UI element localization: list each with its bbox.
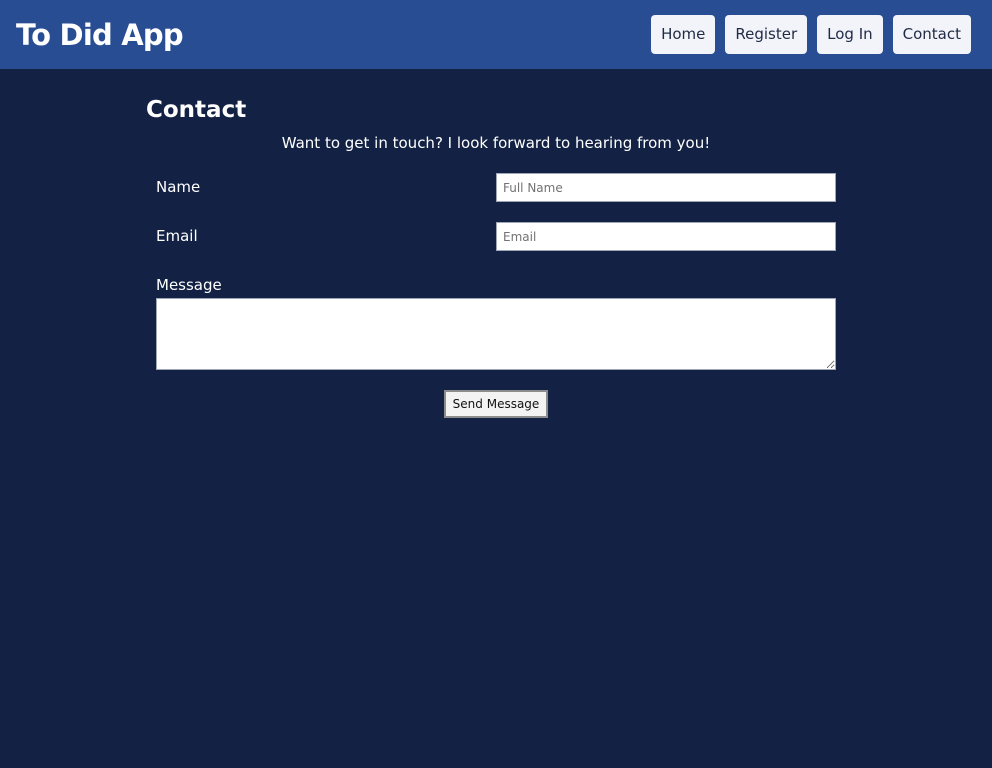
app-header: To Did App Home Register Log In Contact: [0, 0, 992, 69]
message-textarea[interactable]: [156, 298, 836, 370]
nav-contact-button[interactable]: Contact: [892, 15, 971, 54]
nav-login-button[interactable]: Log In: [817, 15, 883, 54]
page-title: Contact: [146, 97, 247, 123]
message-label: Message: [156, 276, 222, 294]
main-navigation: Home Register Log In Contact: [651, 15, 971, 54]
name-label: Name: [156, 178, 201, 196]
nav-home-button[interactable]: Home: [651, 15, 716, 54]
email-input[interactable]: [496, 222, 836, 251]
app-title: To Did App: [16, 18, 184, 52]
contact-intro-text: Want to get in touch? I look forward to …: [281, 134, 711, 152]
email-label: Email: [156, 227, 198, 245]
nav-register-button[interactable]: Register: [725, 15, 808, 54]
send-message-button[interactable]: Send Message: [444, 390, 548, 418]
full-name-input[interactable]: [496, 173, 836, 202]
